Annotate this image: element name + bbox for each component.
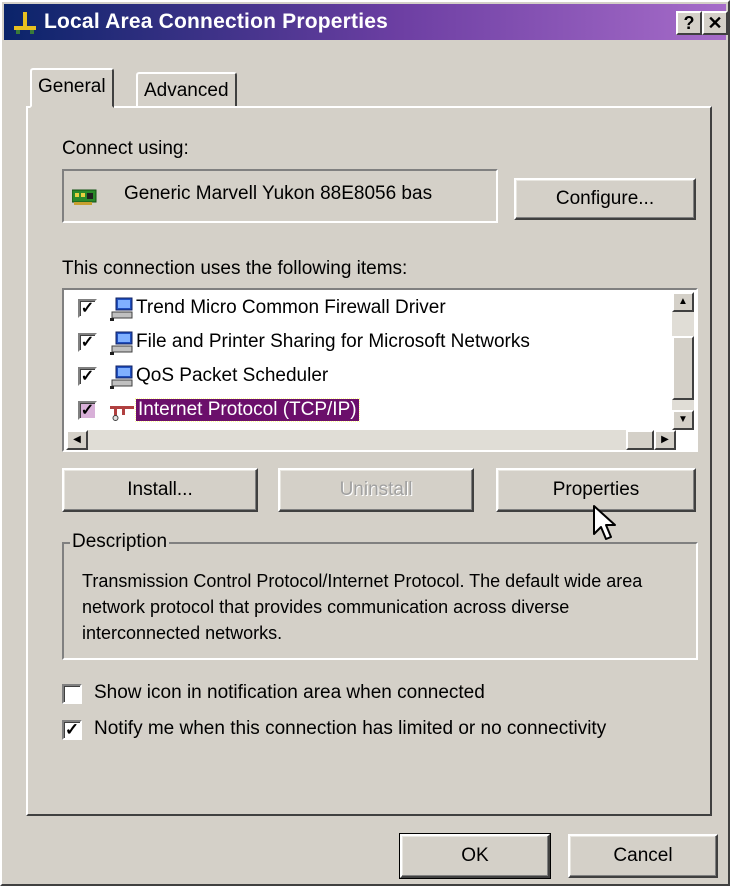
scroll-thumb[interactable] bbox=[672, 336, 694, 400]
uninstall-button[interactable]: Uninstall bbox=[278, 468, 474, 512]
scroll-right-icon[interactable]: ▶ bbox=[654, 430, 676, 450]
vertical-scrollbar[interactable]: ▲ ▼ bbox=[672, 292, 694, 430]
connect-using-label: Connect using: bbox=[62, 138, 189, 159]
scroll-thumb[interactable] bbox=[626, 430, 654, 450]
description-text: Transmission Control Protocol/Internet P… bbox=[82, 571, 643, 643]
item-checkbox[interactable]: ✓ bbox=[78, 299, 97, 318]
network-client-icon bbox=[110, 365, 133, 389]
show-icon-checkbox[interactable] bbox=[62, 684, 82, 704]
mouse-pointer-icon bbox=[593, 505, 616, 540]
ok-button[interactable]: OK bbox=[399, 833, 551, 879]
tab-general[interactable]: General bbox=[30, 68, 114, 108]
network-client-icon bbox=[110, 331, 133, 355]
tab-advanced[interactable]: Advanced bbox=[136, 72, 237, 108]
items-list[interactable]: ✓ Trend Micro Common Firewall Driver ✓ F… bbox=[62, 288, 698, 452]
window-title: Local Area Connection Properties bbox=[44, 10, 389, 33]
close-button[interactable]: ✕ bbox=[702, 11, 728, 35]
adapter-name: Generic Marvell Yukon 88E8056 bas bbox=[124, 183, 433, 204]
title-bar[interactable]: Local Area Connection Properties ? ✕ bbox=[4, 4, 728, 40]
network-connection-icon bbox=[14, 12, 36, 34]
adapter-field: Generic Marvell Yukon 88E8056 bas bbox=[62, 169, 498, 223]
horizontal-scrollbar[interactable]: ◀ ▶ bbox=[66, 430, 676, 450]
items-label: This connection uses the following items… bbox=[62, 258, 408, 279]
network-adapter-icon bbox=[72, 189, 97, 205]
item-label: QoS Packet Scheduler bbox=[136, 365, 329, 386]
configure-button[interactable]: Configure... bbox=[514, 178, 696, 220]
notify-label[interactable]: Notify me when this connection has limit… bbox=[94, 718, 606, 740]
network-client-icon bbox=[110, 297, 133, 321]
show-icon-label[interactable]: Show icon in notification area when conn… bbox=[94, 682, 485, 704]
item-checkbox[interactable]: ✓ bbox=[78, 367, 97, 386]
scroll-down-icon[interactable]: ▼ bbox=[672, 410, 694, 430]
item-checkbox[interactable]: ✓ bbox=[78, 401, 97, 420]
help-button[interactable]: ? bbox=[676, 11, 702, 35]
description-label: Description bbox=[70, 531, 170, 553]
item-label: Internet Protocol (TCP/IP) bbox=[135, 398, 360, 422]
protocol-icon bbox=[110, 406, 134, 421]
scroll-left-icon[interactable]: ◀ bbox=[66, 430, 88, 450]
scroll-up-icon[interactable]: ▲ bbox=[672, 292, 694, 312]
install-button[interactable]: Install... bbox=[62, 468, 258, 512]
item-label: File and Printer Sharing for Microsoft N… bbox=[136, 331, 530, 352]
item-label: Trend Micro Common Firewall Driver bbox=[136, 297, 446, 318]
properties-dialog: Local Area Connection Properties ? ✕ Gen… bbox=[0, 0, 730, 886]
notify-checkbox[interactable]: ✓ bbox=[62, 720, 82, 740]
cancel-button[interactable]: Cancel bbox=[568, 834, 718, 878]
item-checkbox[interactable]: ✓ bbox=[78, 333, 97, 352]
